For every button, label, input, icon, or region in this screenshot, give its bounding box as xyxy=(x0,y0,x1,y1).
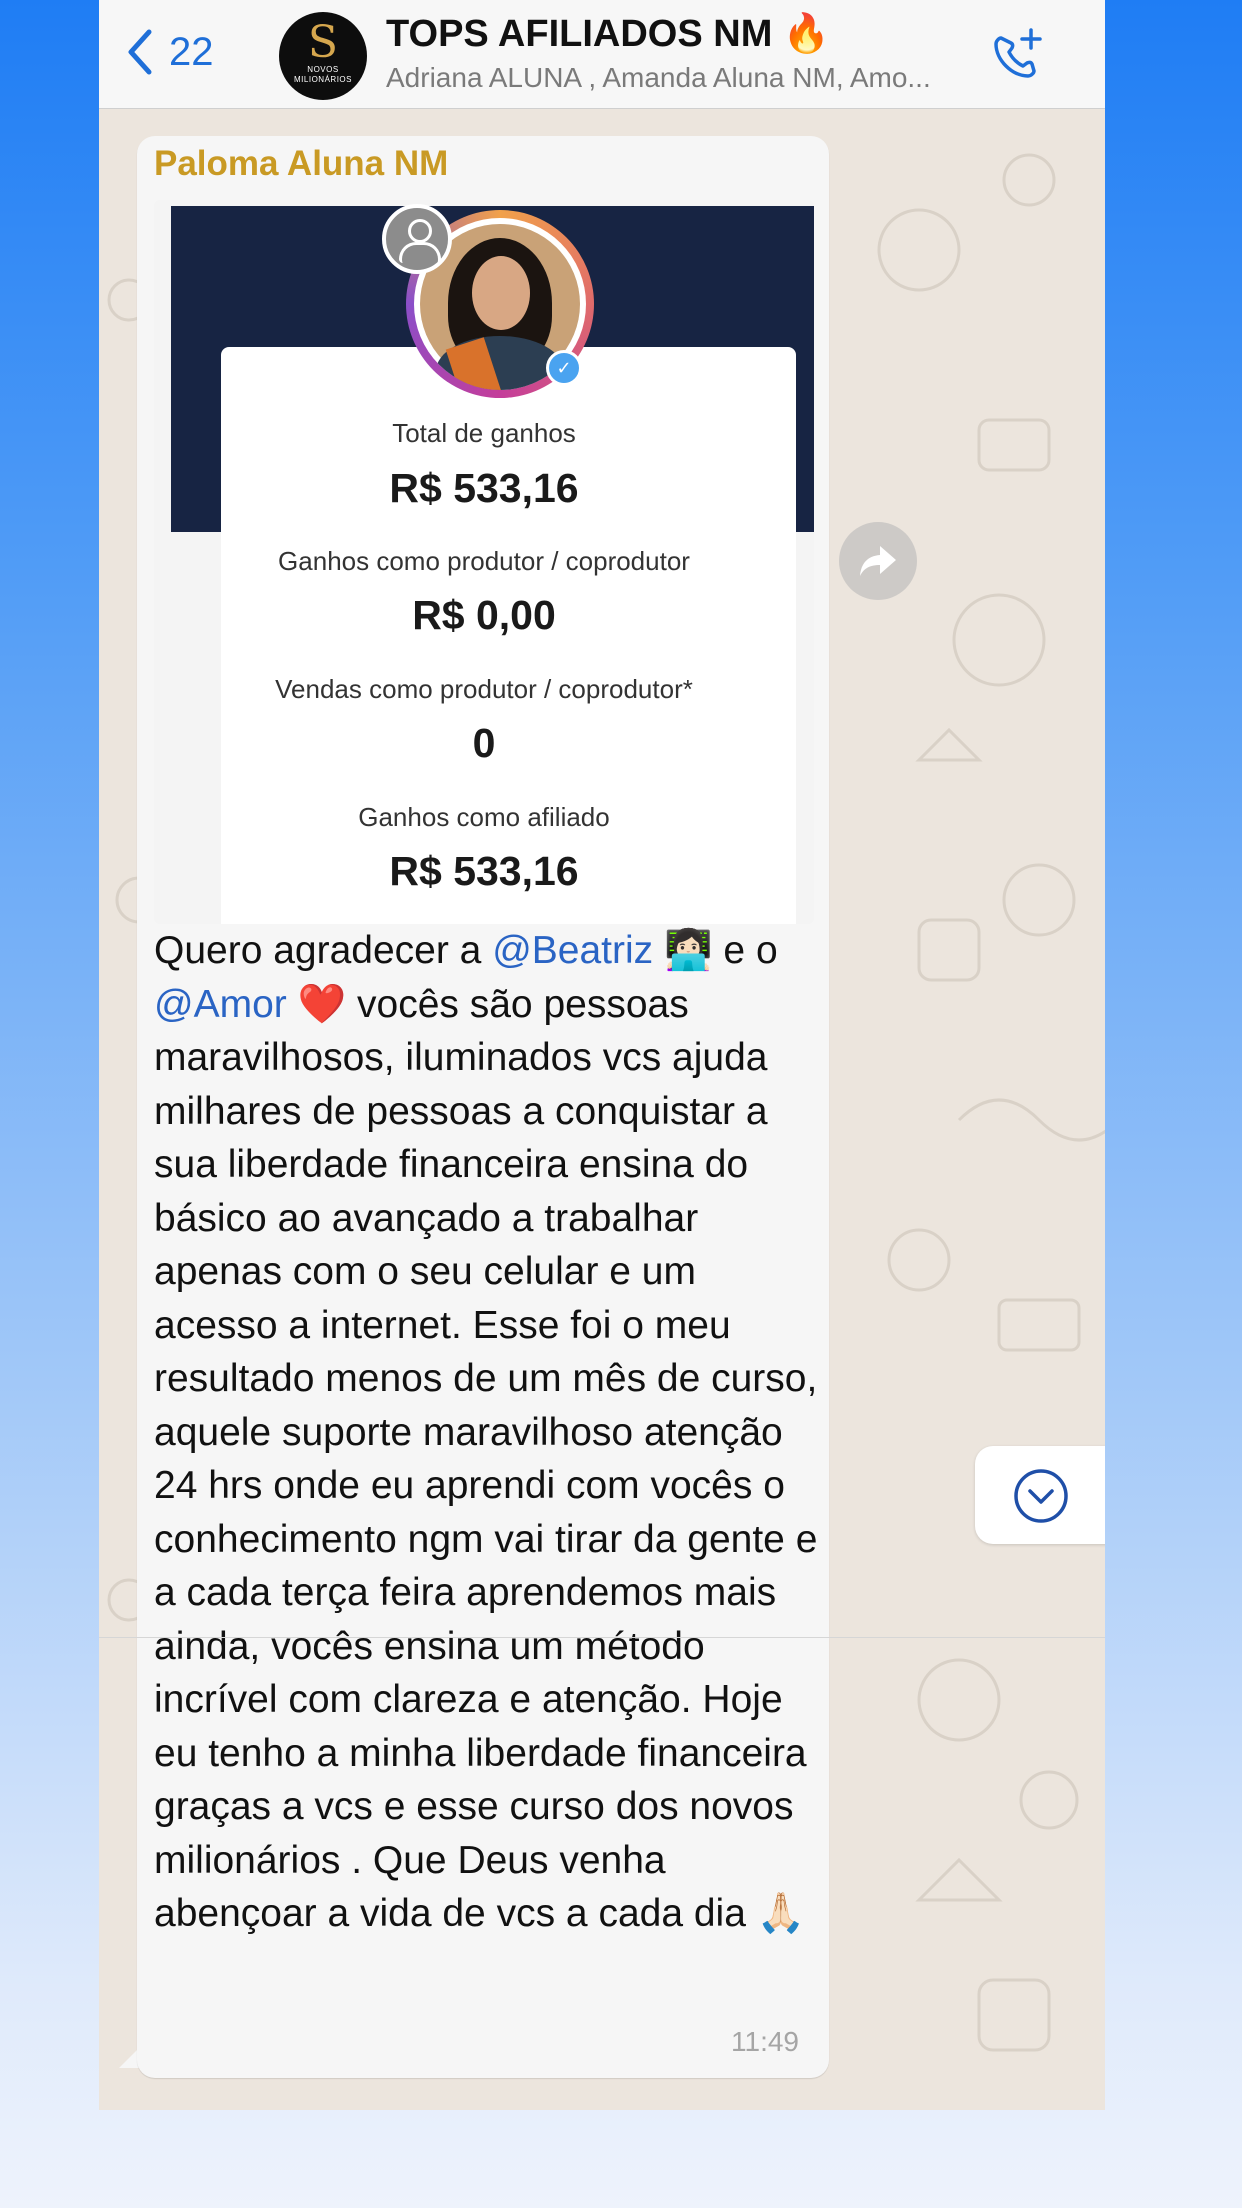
message-text-part: 👩🏻‍💻 e o xyxy=(653,929,778,972)
affiliate-earnings-label: Ganhos como afiliado xyxy=(358,802,610,832)
avatar-logo-text: NOVOS MILIONÁRIOS xyxy=(294,65,352,84)
total-earnings-value: R$ 533,16 xyxy=(389,465,579,511)
scroll-to-bottom-button[interactable] xyxy=(975,1446,1105,1544)
verified-check-icon: ✓ xyxy=(546,350,582,386)
chevron-down-circle-icon xyxy=(1014,1469,1068,1523)
mention-beatriz[interactable]: @Beatriz xyxy=(492,929,653,972)
affiliate-earnings-value: R$ 533,16 xyxy=(389,848,579,894)
chevron-left-icon xyxy=(128,29,152,75)
chat-header: 22 S NOVOS MILIONÁRIOS TOPS AFILIADOS NM… xyxy=(99,0,1105,109)
back-button[interactable]: 22 xyxy=(127,28,214,76)
producer-earnings-value: R$ 0,00 xyxy=(412,592,556,638)
group-members[interactable]: Adriana ALUNA , Amanda Aluna NM, Amo... xyxy=(386,62,986,94)
mention-amor[interactable]: @Amor xyxy=(154,983,287,1026)
message-text-part: ❤️ vocês são pessoas maravilhosos, ilumi… xyxy=(154,982,818,1936)
whatsapp-chat-screen: 22 S NOVOS MILIONÁRIOS TOPS AFILIADOS NM… xyxy=(99,0,1105,2110)
group-avatar[interactable]: S NOVOS MILIONÁRIOS xyxy=(279,12,367,100)
avatar-logo-letter: S xyxy=(307,17,339,68)
producer-earnings-label: Ganhos como produtor / coprodutor xyxy=(278,546,690,576)
forward-icon xyxy=(860,546,896,576)
message-timestamp: 11:49 xyxy=(731,2026,799,2057)
total-earnings-label: Total de ganhos xyxy=(392,418,576,448)
message-image[interactable]: ✓ Total de ganhos R$ 533,16 Ganhos como … xyxy=(154,200,814,924)
message-text: Quero agradecer a @Beatriz 👩🏻‍💻 e o @Amo… xyxy=(154,924,822,1941)
phone-plus-icon[interactable] xyxy=(989,24,1049,84)
user-silhouette-icon xyxy=(382,204,452,274)
producer-sales-value: 0 xyxy=(472,720,496,766)
unread-count: 22 xyxy=(169,29,214,74)
message-text-part: Quero agradecer a xyxy=(154,929,493,972)
message-bubble[interactable]: Paloma Aluna NM ✓ Total de ganhos R$ 533… xyxy=(137,136,829,2078)
group-title[interactable]: TOPS AFILIADOS NM 🔥 xyxy=(386,12,830,56)
screenshot-seam xyxy=(99,1637,1105,1638)
forward-button[interactable] xyxy=(839,522,917,600)
producer-sales-label: Vendas como produtor / coprodutor* xyxy=(275,674,693,704)
sender-name[interactable]: Paloma Aluna NM xyxy=(154,144,448,184)
